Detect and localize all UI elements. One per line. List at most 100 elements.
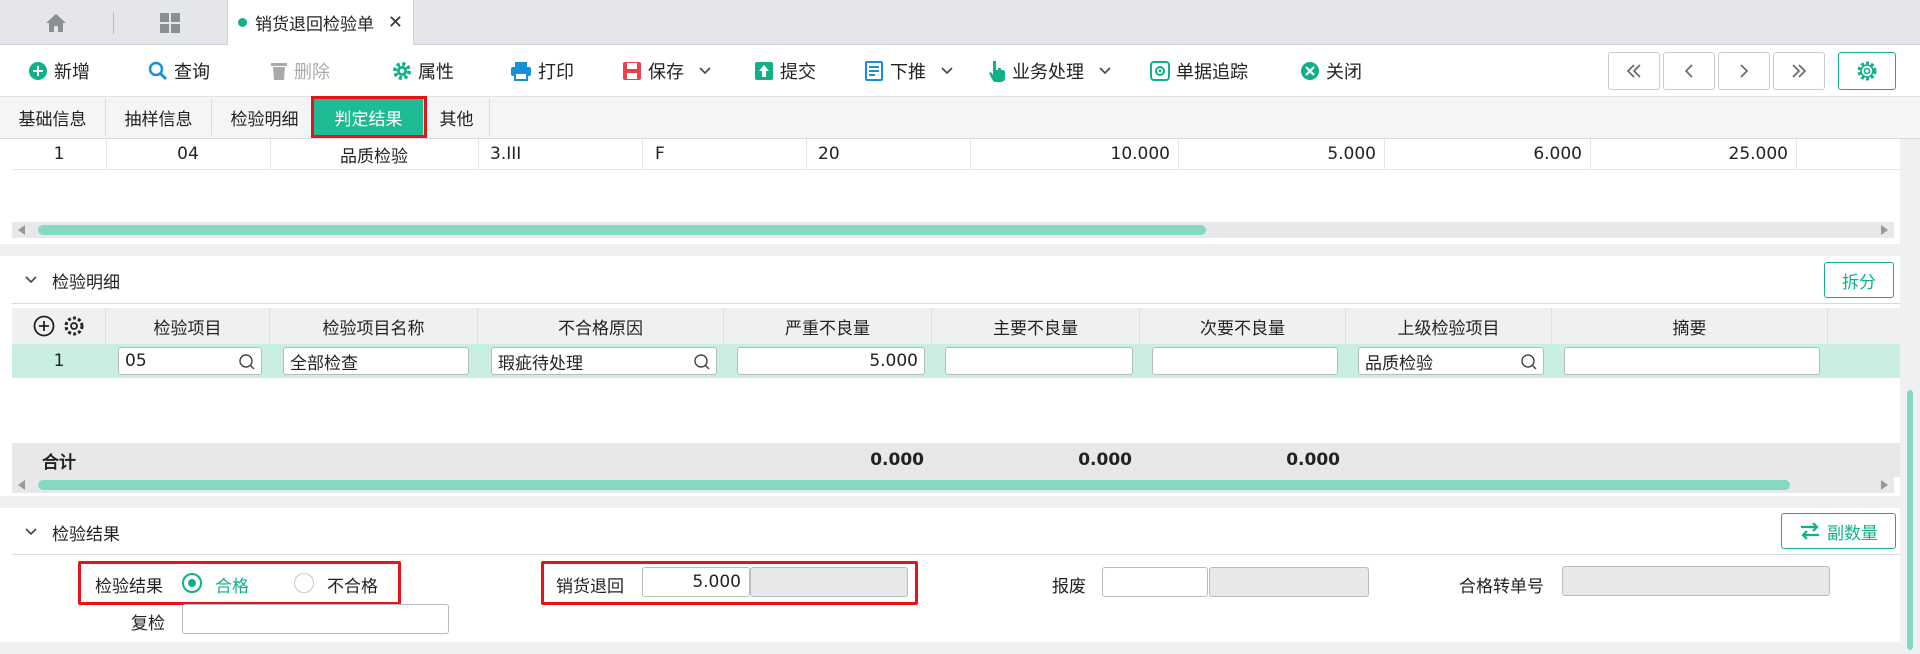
inspection-item-name-input[interactable]: 全部检查 bbox=[283, 347, 469, 375]
horizontal-scrollbar[interactable] bbox=[12, 222, 1894, 238]
minor-defect-qty-input[interactable] bbox=[1152, 347, 1338, 375]
pass-label[interactable]: 合格 bbox=[215, 572, 249, 597]
submit-button[interactable]: 提交 bbox=[754, 57, 816, 85]
settings-button[interactable] bbox=[1838, 52, 1896, 90]
header-inspection-item-name[interactable]: 检验项目名称 bbox=[270, 308, 478, 344]
query-label: 查询 bbox=[174, 62, 210, 83]
gear-icon[interactable] bbox=[63, 315, 85, 337]
scrollbar-thumb[interactable] bbox=[38, 480, 1790, 490]
new-button[interactable]: 新增 bbox=[28, 57, 90, 85]
scroll-right-icon[interactable] bbox=[1881, 225, 1888, 235]
add-row-icon[interactable] bbox=[33, 315, 55, 337]
sub-quantity-button[interactable]: 副数量 bbox=[1781, 513, 1896, 549]
scroll-right-icon[interactable] bbox=[1881, 480, 1888, 490]
print-button[interactable]: 打印 bbox=[510, 57, 574, 85]
total-minor: 0.000 bbox=[1286, 450, 1340, 470]
horizontal-scrollbar[interactable] bbox=[12, 477, 1894, 493]
next-record-button[interactable] bbox=[1718, 52, 1770, 90]
cell-code: 04 bbox=[177, 144, 199, 164]
split-button[interactable]: 拆分 bbox=[1824, 262, 1894, 298]
cell-aql: F bbox=[655, 144, 665, 164]
tab-other[interactable]: 其他 bbox=[424, 99, 490, 135]
result-section-header[interactable]: 检验结果 bbox=[24, 520, 120, 545]
home-icon[interactable] bbox=[24, 8, 88, 38]
document-tab[interactable]: 销货退回检验单 ✕ bbox=[227, 0, 414, 45]
summary-input[interactable] bbox=[1564, 347, 1820, 375]
chevron-down-icon[interactable] bbox=[1098, 66, 1112, 76]
scrollbar-thumb[interactable] bbox=[1907, 390, 1913, 650]
recheck-label: 复检 bbox=[131, 614, 165, 634]
inspection-item-input[interactable]: 05 bbox=[118, 347, 262, 375]
tab-inspection-detail[interactable]: 检验明细 bbox=[212, 99, 318, 135]
gear-icon bbox=[393, 62, 411, 80]
header-parent-item[interactable]: 上级检验项目 bbox=[1346, 308, 1552, 344]
app-grid-icon[interactable] bbox=[150, 8, 190, 38]
recheck-input[interactable] bbox=[182, 604, 449, 634]
search-icon[interactable] bbox=[693, 353, 711, 371]
search-icon[interactable] bbox=[1520, 353, 1538, 371]
parent-item-input[interactable]: 品质检验 bbox=[1358, 347, 1544, 375]
transfer-no-field bbox=[1562, 566, 1830, 596]
query-button[interactable]: 查询 bbox=[148, 57, 210, 85]
divider bbox=[113, 12, 114, 34]
double-chevron-left-icon bbox=[1626, 64, 1641, 78]
close-button[interactable]: 关闭 bbox=[1300, 57, 1362, 85]
severe-defect-qty-input[interactable]: 5.000 bbox=[737, 347, 925, 375]
sales-return-label: 销货退回 bbox=[556, 577, 624, 597]
chevron-down-icon[interactable] bbox=[24, 275, 38, 285]
business-button[interactable]: 业务处理 bbox=[988, 57, 1112, 85]
tab-basic-info[interactable]: 基础信息 bbox=[0, 99, 106, 135]
header-major-defect-qty[interactable]: 主要不良量 bbox=[932, 308, 1140, 344]
chevron-down-icon[interactable] bbox=[698, 66, 712, 76]
total-row: 合计 0.000 0.000 0.000 bbox=[12, 443, 1900, 477]
pass-radio[interactable] bbox=[182, 573, 202, 593]
top-table-panel: 1 04 品质检验 3.III F 20 10.000 5.000 6.000 … bbox=[0, 139, 1900, 244]
search-icon[interactable] bbox=[238, 353, 256, 371]
close-tab-icon[interactable]: ✕ bbox=[388, 12, 403, 33]
scrap-qty-input[interactable] bbox=[1102, 567, 1208, 597]
scrap-label: 报废 bbox=[1052, 577, 1086, 597]
table-row[interactable]: 1 05 全部检查 瑕疵待处理 5.000 品质检验 bbox=[12, 344, 1900, 378]
previous-record-button[interactable] bbox=[1663, 52, 1715, 90]
last-record-button[interactable] bbox=[1773, 52, 1825, 90]
defect-reason-input[interactable]: 瑕疵待处理 bbox=[491, 347, 717, 375]
scrollbar-thumb[interactable] bbox=[38, 225, 1206, 235]
push-down-button[interactable]: 下推 bbox=[864, 57, 954, 85]
upload-icon bbox=[755, 62, 773, 80]
tab-judgment-result[interactable]: 判定结果 bbox=[311, 96, 427, 138]
save-button[interactable]: 保存 bbox=[622, 57, 712, 85]
transfer-no-label: 合格转单号 bbox=[1459, 577, 1544, 597]
document-list-icon bbox=[865, 61, 883, 81]
cell-value-4: 25.000 bbox=[1728, 144, 1788, 164]
sales-return-qty-input[interactable]: 5.000 bbox=[642, 567, 750, 597]
vertical-scrollbar[interactable] bbox=[1900, 140, 1920, 654]
fail-radio[interactable] bbox=[294, 573, 314, 593]
detail-section-title: 检验明细 bbox=[52, 272, 120, 293]
inspection-item-value: 05 bbox=[125, 351, 147, 371]
header-inspection-item[interactable]: 检验项目 bbox=[106, 308, 270, 344]
scroll-left-icon[interactable] bbox=[18, 225, 25, 235]
row-seq: 1 bbox=[53, 351, 65, 371]
scroll-left-icon[interactable] bbox=[18, 480, 25, 490]
header-summary[interactable]: 摘要 bbox=[1552, 308, 1828, 344]
tab-sampling-info[interactable]: 抽样信息 bbox=[106, 99, 212, 135]
chevron-down-icon[interactable] bbox=[940, 66, 954, 76]
cell-value-1: 10.000 bbox=[1110, 144, 1170, 164]
delete-button[interactable]: 删除 bbox=[270, 57, 330, 85]
save-label: 保存 bbox=[648, 62, 684, 83]
fail-label[interactable]: 不合格 bbox=[327, 572, 378, 597]
header-severe-defect-qty[interactable]: 严重不良量 bbox=[724, 308, 932, 344]
major-defect-qty-input[interactable] bbox=[945, 347, 1133, 375]
chevron-left-icon bbox=[1684, 64, 1693, 78]
detail-section-header[interactable]: 检验明细 bbox=[24, 268, 120, 293]
inspection-result-panel: 检验结果 副数量 检验结果 合格 不合格 销货退回 5.000 报废 合格转单号… bbox=[0, 508, 1900, 642]
header-defect-reason[interactable]: 不合格原因 bbox=[478, 308, 724, 344]
properties-button[interactable]: 属性 bbox=[392, 57, 454, 85]
trash-icon bbox=[271, 63, 287, 80]
submit-label: 提交 bbox=[780, 62, 816, 83]
first-record-button[interactable] bbox=[1608, 52, 1660, 90]
header-actions bbox=[12, 308, 106, 344]
header-minor-defect-qty[interactable]: 次要不良量 bbox=[1140, 308, 1346, 344]
chevron-down-icon[interactable] bbox=[24, 527, 38, 537]
trace-button[interactable]: 单据追踪 bbox=[1150, 57, 1248, 85]
